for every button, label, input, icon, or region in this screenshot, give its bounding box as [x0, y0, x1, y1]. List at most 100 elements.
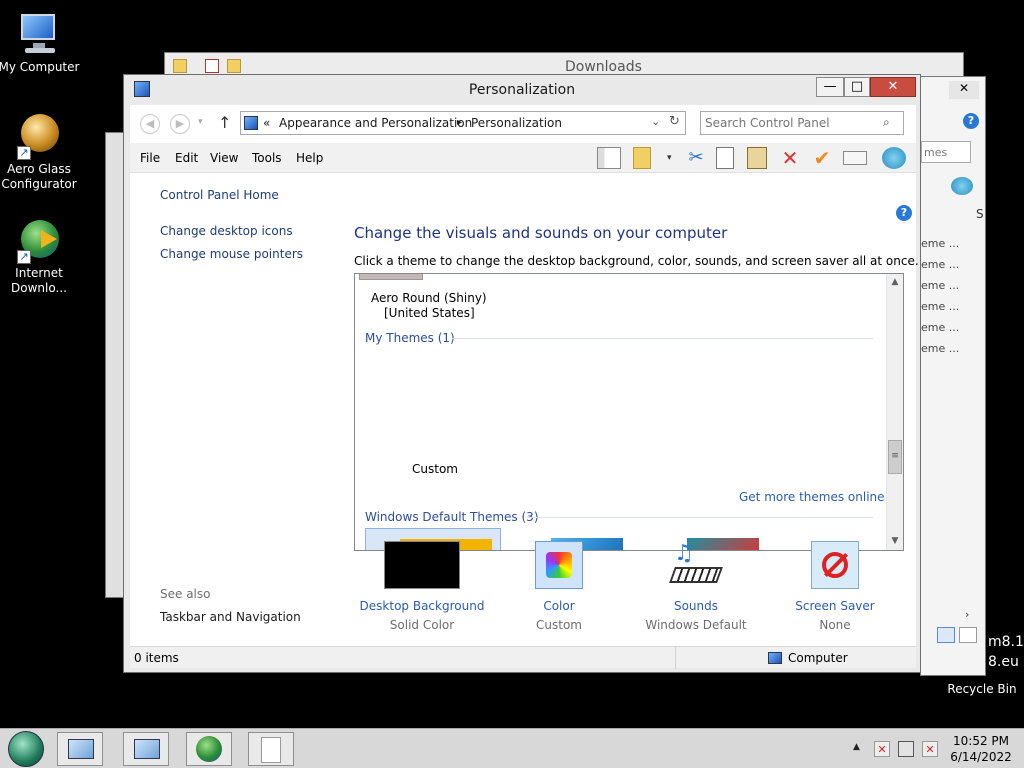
close-button[interactable]: ✕ [870, 77, 916, 97]
get-more-themes-link[interactable]: Get more themes online [739, 490, 885, 504]
breadcrumb-separator[interactable]: ▸ [457, 117, 462, 128]
scroll-up-arrow[interactable]: ▲ [887, 274, 903, 291]
breadcrumb-appearance[interactable]: Appearance and Personalization [279, 116, 472, 130]
search-box[interactable]: ⌕ [700, 111, 904, 135]
taskbar-idm[interactable] [186, 732, 232, 766]
menu-edit[interactable]: Edit [175, 151, 198, 165]
close-button[interactable]: ✕ [949, 81, 979, 99]
forward-button[interactable]: ▶ [170, 114, 190, 134]
address-dropdown-icon[interactable]: ⌄ [651, 115, 660, 128]
control-panel-icon [134, 739, 160, 759]
desktop-background-thumbnail[interactable] [384, 541, 460, 589]
search-box-partial[interactable]: mes [921, 141, 971, 163]
thumbnail-view-icon[interactable] [959, 627, 977, 643]
address-row: ◀ ▶ ▾ ↑ « Appearance and Personalization… [130, 105, 916, 143]
refresh-icon[interactable]: ↻ [669, 114, 680, 129]
properties-dropdown[interactable]: ▾ [667, 153, 672, 163]
up-button[interactable]: ↑ [218, 113, 231, 132]
paste-icon[interactable] [747, 147, 767, 169]
personalization-window[interactable]: Personalization — □ ✕ ◀ ▶ ▾ ↑ « Appearan… [123, 74, 921, 673]
search-input[interactable] [705, 115, 875, 131]
network-icon[interactable] [898, 741, 914, 757]
title-bar[interactable]: Personalization — □ ✕ [124, 75, 920, 105]
delete-icon[interactable]: ✕ [778, 147, 802, 169]
action-center-icon[interactable]: ✕ [922, 741, 938, 757]
theme-list[interactable]: Aero Round (Shiny) [United States] My Th… [354, 273, 904, 551]
shortcut-arrow-icon: ↗ [17, 250, 31, 264]
desktop-icon-idm[interactable]: ↗ Internet Downlo... [0, 216, 81, 296]
item-count: 0 items [134, 651, 179, 665]
control-panel-home-link[interactable]: Control Panel Home [160, 188, 279, 202]
desktop-icon-aero-glass[interactable]: ↗ Aero Glass Configurator [0, 112, 81, 192]
scroll-thumb[interactable]: ≡ [888, 440, 902, 474]
maximize-button[interactable]: □ [844, 77, 870, 97]
search-placeholder: mes [924, 146, 948, 159]
taskbar-control-panel-1[interactable] [57, 732, 103, 766]
custom-theme[interactable]: Custom [412, 462, 458, 476]
desktop-icon-my-computer[interactable]: My Computer [0, 10, 81, 75]
back-button[interactable]: ◀ [140, 114, 160, 134]
menu-file[interactable]: File [140, 151, 160, 165]
sounds-setting[interactable]: ♫ Sounds Windows Default [631, 541, 761, 632]
clock-time: 10:52 PM [953, 734, 1009, 748]
change-mouse-pointers-link[interactable]: Change mouse pointers [160, 247, 303, 261]
recent-pages-dropdown[interactable]: ▾ [198, 117, 203, 127]
tray-expand-arrow[interactable]: ▲ [853, 742, 860, 752]
taskbar-document[interactable] [248, 732, 294, 766]
cut-icon[interactable]: ✂ [684, 147, 708, 169]
menu-help[interactable]: Help [296, 151, 323, 165]
desktop-background-setting[interactable]: Desktop Background Solid Color [357, 541, 487, 632]
address-bar[interactable]: « Appearance and Personalization ▸ Perso… [240, 111, 686, 135]
control-panel-icon [244, 116, 258, 130]
help-icon[interactable]: ? [896, 205, 912, 221]
list-item[interactable]: eme ... [921, 258, 959, 271]
clock[interactable]: 10:52 PM 6/14/2022 [946, 733, 1016, 765]
volume-muted-icon[interactable]: ✕ [874, 741, 890, 757]
screen-saver-label[interactable]: Screen Saver [770, 599, 900, 613]
desktop-icon-label: Aero Glass Configurator [1, 162, 77, 191]
copy-icon[interactable] [716, 147, 734, 169]
breadcrumb-personalization[interactable]: Personalization [471, 116, 562, 130]
desktop-icon-recycle-bin[interactable]: Recycle Bin [940, 682, 1024, 696]
sounds-icon[interactable]: ♫ [669, 541, 723, 589]
group-divider [451, 338, 873, 339]
change-desktop-icons-link[interactable]: Change desktop icons [160, 224, 293, 238]
list-item[interactable]: eme ... [921, 321, 959, 334]
breadcrumb-overflow[interactable]: « [263, 116, 270, 130]
rename-icon[interactable] [843, 151, 867, 165]
color-palette-icon[interactable] [535, 541, 583, 589]
pane-icon[interactable] [597, 147, 621, 169]
color-value: Custom [536, 618, 582, 632]
color-label[interactable]: Color [494, 599, 624, 613]
search-icon[interactable]: ⌕ [883, 115, 890, 130]
sounds-label[interactable]: Sounds [631, 599, 761, 613]
check-icon[interactable]: ✔ [810, 147, 834, 169]
vertical-scrollbar[interactable]: ▲ ≡ ▼ [886, 274, 903, 550]
minimize-button[interactable]: — [816, 77, 844, 97]
properties-icon[interactable] [633, 147, 651, 169]
list-item[interactable]: eme ... [921, 279, 959, 292]
computer-icon [15, 10, 63, 58]
list-item[interactable]: eme ... [921, 342, 959, 355]
theme-name[interactable]: Aero Round (Shiny) [371, 291, 487, 305]
background-window-right[interactable]: ✕ ? mes S eme ... eme ... eme ... eme ..… [920, 76, 986, 676]
color-setting[interactable]: Color Custom [494, 541, 624, 632]
screen-saver-icon[interactable] [811, 541, 859, 589]
start-button[interactable] [8, 731, 44, 767]
theme-thumbnail-partial[interactable] [359, 274, 423, 280]
desktop-background-label[interactable]: Desktop Background [357, 599, 487, 613]
taskbar-navigation-link[interactable]: Taskbar and Navigation [160, 610, 301, 624]
menu-tools[interactable]: Tools [252, 151, 282, 165]
status-bar: 0 items Computer [130, 646, 916, 669]
details-view-icon[interactable] [937, 627, 955, 643]
list-item[interactable]: eme ... [921, 237, 959, 250]
window-client: ◀ ▶ ▾ ↑ « Appearance and Personalization… [130, 105, 919, 669]
scroll-right-arrow[interactable]: › [965, 608, 969, 621]
list-item[interactable]: eme ... [921, 300, 959, 313]
shell-icon[interactable] [882, 147, 906, 169]
screen-saver-setting[interactable]: Screen Saver None [770, 541, 900, 632]
menu-view[interactable]: View [210, 151, 238, 165]
help-icon[interactable]: ? [963, 113, 979, 129]
taskbar-control-panel-2[interactable] [123, 732, 169, 766]
shell-icon[interactable] [951, 177, 973, 195]
